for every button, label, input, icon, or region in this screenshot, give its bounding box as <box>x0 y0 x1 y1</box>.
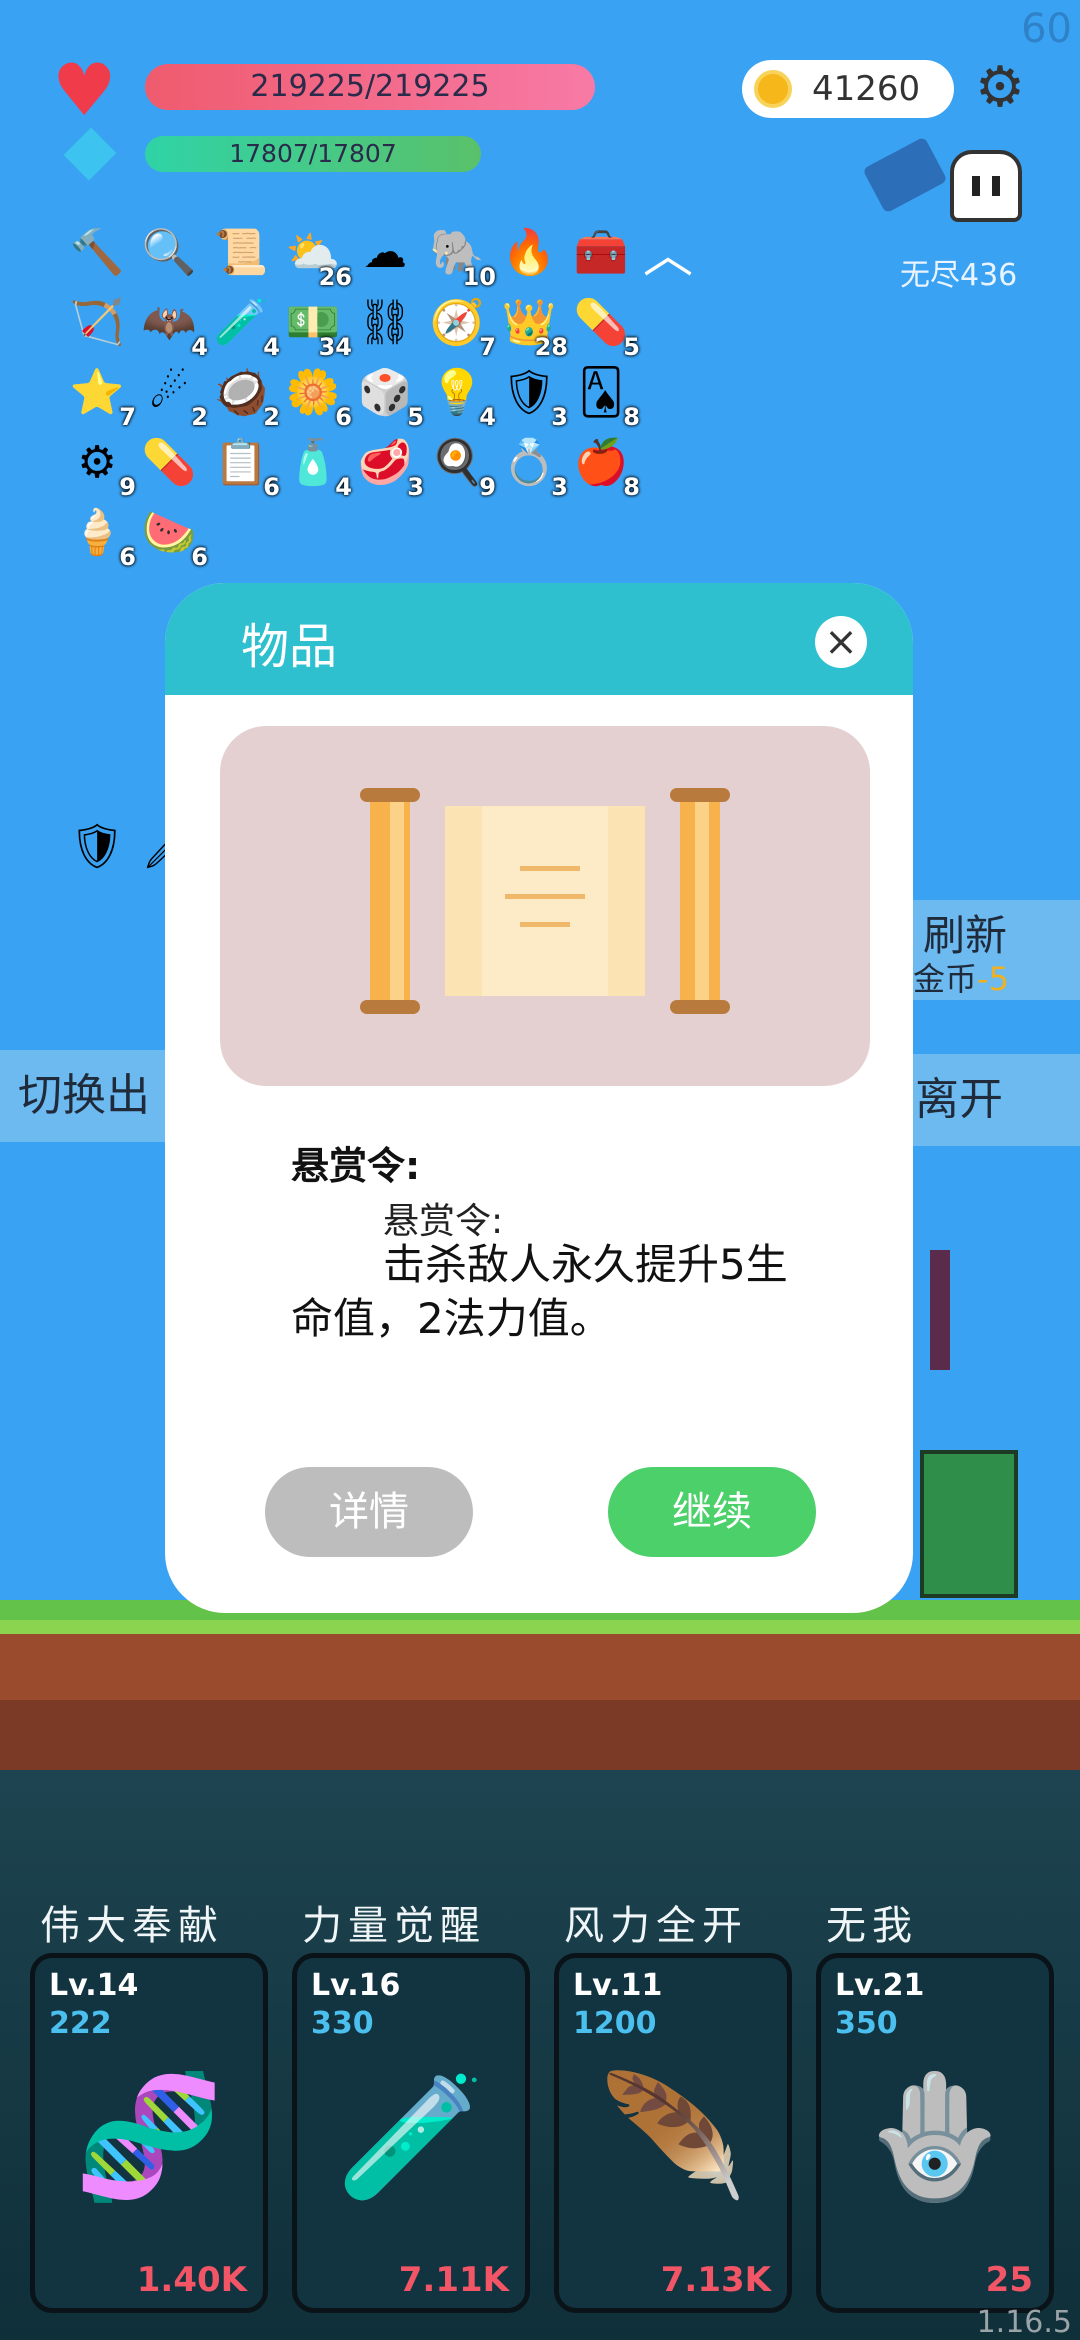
details-button[interactable]: 详情 <box>265 1467 473 1557</box>
item-preview <box>220 726 870 1086</box>
item-modal: 物品 × 悬赏令: 悬赏令: 击杀敌人永久提升5生命值，2法力值。 详情 继续 <box>165 583 913 1613</box>
item-description: 击杀敌人永久提升5生命值，2法力值。 <box>291 1240 788 1343</box>
modal-title: 物品 <box>241 619 338 675</box>
item-name: 悬赏令: <box>291 1144 421 1188</box>
continue-button[interactable]: 继续 <box>608 1467 816 1557</box>
close-icon[interactable]: × <box>815 616 867 668</box>
scroll-icon <box>360 788 730 1014</box>
item-subtitle: 悬赏令: <box>383 1201 504 1242</box>
